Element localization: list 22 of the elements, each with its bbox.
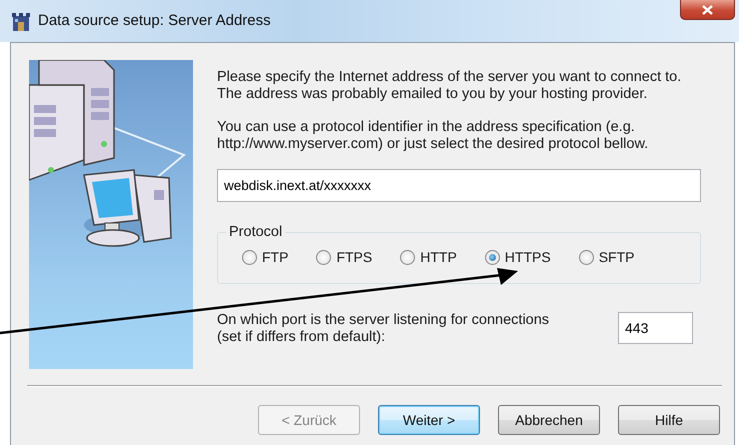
dialog-button[interactable]: Abbrechen (498, 405, 600, 435)
radio-option[interactable]: FTP (242, 247, 288, 268)
radio-option[interactable]: SFTP (578, 247, 634, 268)
radio-button[interactable] (316, 250, 332, 265)
window-title: Data source setup: Server Address (38, 12, 271, 30)
radio-option[interactable]: HTTPS (484, 247, 551, 268)
port-label: On which port is the server listening for connections (set if differs from default): (217, 312, 550, 346)
port-field[interactable]: 443 (618, 312, 693, 344)
close-button[interactable] (680, 0, 735, 20)
radio-button[interactable] (578, 250, 594, 265)
address-field[interactable]: webdisk.inext.at/xxxxxxx (217, 169, 701, 202)
close-icon (702, 5, 713, 16)
instruction-text: You can use a protocol identifier in the address specification (e.g. http://www.myserver.com) or just select the desired protocol bellow. (217, 119, 650, 153)
dialog-button[interactable]: Hilfe (618, 405, 720, 435)
radio-button[interactable] (400, 250, 416, 265)
instruction-text: Please specify the Internet address of the server you want to connect to. The address was probably emailed to you by your hosting provider. (217, 69, 682, 103)
dialog-button[interactable]: Weiter > (378, 405, 480, 435)
radio-button[interactable] (484, 250, 500, 265)
radio-option[interactable]: FTPS (316, 247, 372, 268)
radio-option[interactable]: HTTP (400, 247, 457, 268)
radio-button[interactable] (242, 250, 257, 265)
app-icon (10, 12, 32, 32)
